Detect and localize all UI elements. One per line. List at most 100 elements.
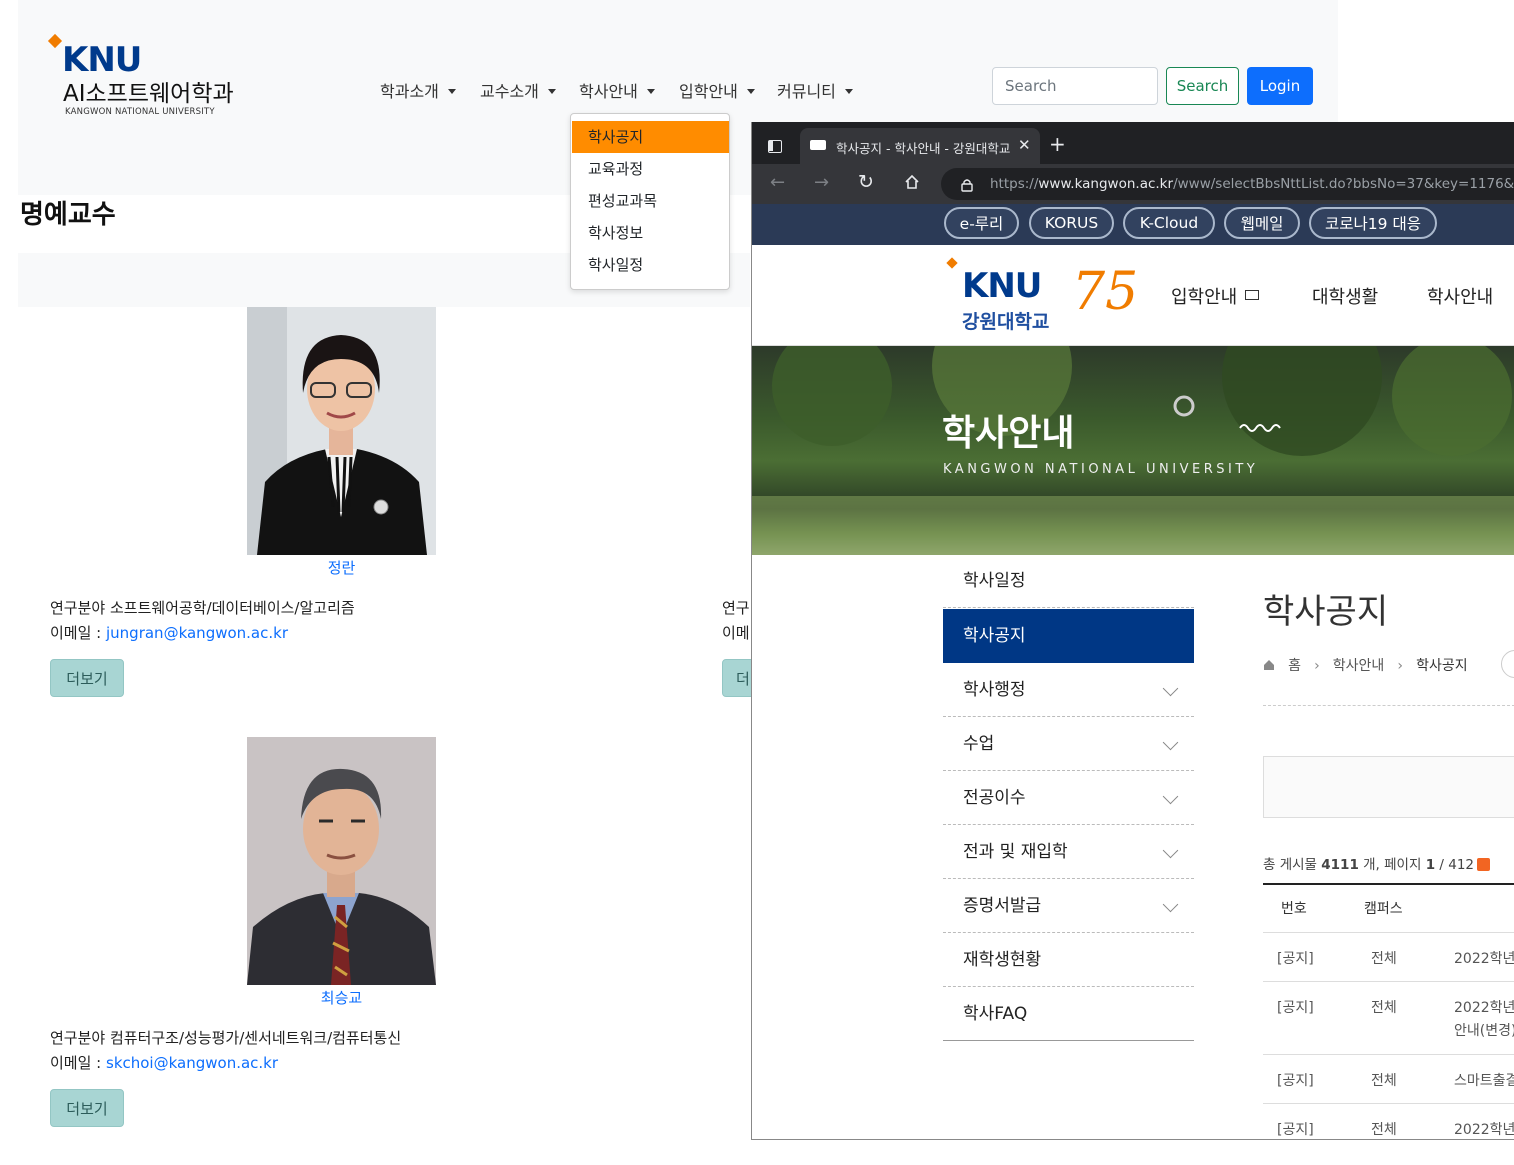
logo-subtitle: KANGWON NATIONAL UNIVERSITY (65, 107, 215, 117)
nav-item-academic[interactable]: 학사안내 (579, 78, 655, 102)
side-menu-notice[interactable]: 학사공지 (943, 609, 1194, 663)
login-button[interactable]: Login (1247, 67, 1313, 105)
dropdown-item-curriculum[interactable]: 교육과정 (572, 153, 729, 185)
site-logo[interactable]: KNU (962, 266, 1042, 306)
row-title-link[interactable]: 2022학년도 (1454, 948, 1514, 968)
dropdown-item-courses[interactable]: 편성교과목 (572, 185, 729, 217)
nav-item-about[interactable]: 학과소개 (380, 78, 456, 102)
hero-subtitle: KANGWON NATIONAL UNIVERSITY (943, 462, 1259, 477)
row-divider (1263, 1054, 1514, 1055)
professor-email-row: 이메일 : skchoi@kangwon.ac.kr (50, 1052, 278, 1073)
reload-icon[interactable]: ↻ (858, 171, 874, 193)
row-number: [공지] (1277, 1122, 1314, 1138)
tab-actions-icon[interactable] (768, 140, 782, 153)
chevron-down-icon (1162, 896, 1179, 913)
professor-email-row: 이메일 : jungran@kangwon.ac.kr (50, 622, 288, 643)
side-menu-certificates[interactable]: 증명서발급 (943, 879, 1194, 933)
table-top-border (1263, 883, 1514, 885)
top-link-covid[interactable]: 코로나19 대응 (1309, 207, 1437, 239)
post-count: 총 게시물 4111 개, 페이지 1 / 412 (1263, 853, 1491, 873)
forward-icon[interactable]: → (814, 172, 829, 193)
tab-close-icon[interactable]: ✕ (1018, 136, 1031, 154)
divider (1263, 705, 1514, 706)
home-icon[interactable] (1263, 656, 1275, 670)
row-title-link[interactable]: 2022학년도 (1454, 997, 1514, 1017)
back-icon[interactable]: ← (770, 172, 785, 193)
chevron-down-icon (1162, 680, 1179, 697)
email-label: 이메일 : (50, 624, 106, 642)
side-menu-administration[interactable]: 학사행정 (943, 663, 1194, 717)
row-title-link-line2[interactable]: 안내(변경) (1454, 1020, 1514, 1040)
chevron-down-icon (1162, 734, 1179, 751)
site-logo-name[interactable]: 강원대학교 (962, 307, 1049, 334)
dropdown-item-schedule[interactable]: 학사일정 (572, 249, 729, 281)
search-input[interactable] (992, 67, 1158, 105)
row-divider (1263, 932, 1514, 933)
nav-item-community[interactable]: 커뮤니티 (777, 78, 853, 102)
side-menu-enrollment[interactable]: 재학생현황 (943, 933, 1194, 987)
clipped-email-label: 이메 (722, 624, 750, 642)
professor-name-link[interactable]: 최승교 (247, 987, 436, 1008)
side-menu-transfer[interactable]: 전과 및 재입학 (943, 825, 1194, 879)
top-link-korus[interactable]: KORUS (1029, 207, 1114, 239)
dropdown-item-info[interactable]: 학사정보 (572, 217, 729, 249)
side-menu-classes[interactable]: 수업 (943, 717, 1194, 771)
home-icon[interactable] (904, 174, 919, 189)
site-nav-admission[interactable]: 입학안내 (1171, 283, 1237, 309)
top-link-webmail[interactable]: 웹메일 (1224, 207, 1300, 239)
lock-icon[interactable] (961, 177, 973, 196)
browser-toolbar: ← → ↻ https://www.kangwon.ac.kr/www/sele… (752, 164, 1514, 204)
side-menu-faq[interactable]: 학사FAQ (943, 987, 1194, 1041)
nav-item-admission[interactable]: 입학안내 (679, 78, 755, 102)
professor-research: 연구분야 컴퓨터구조/성능평가/센서네트워크/컴퓨터통신 (50, 1029, 402, 1047)
side-menu-major[interactable]: 전공이수 (943, 771, 1194, 825)
professor-research: 연구분야 소프트웨어공학/데이터베이스/알고리즘 (50, 599, 355, 617)
row-title-link[interactable]: 2022학년도 (1454, 1119, 1514, 1139)
email-label: 이메일 : (50, 1054, 106, 1072)
row-number: [공지] (1277, 951, 1314, 967)
external-link-icon (1245, 290, 1259, 300)
more-button[interactable]: 더보기 (50, 1089, 124, 1127)
nav-item-faculty[interactable]: 교수소개 (480, 78, 556, 102)
tab-title: 학사공지 - 학사안내 - 강원대학교 (836, 141, 1011, 156)
search-box-area[interactable] (1263, 756, 1514, 818)
site-nav-academic[interactable]: 학사안내 (1427, 283, 1493, 309)
row-campus: 전체 (1371, 1073, 1397, 1089)
site-nav-campus-life[interactable]: 대학생활 (1312, 283, 1378, 309)
chevron-down-icon (1162, 788, 1179, 805)
browser-window: 학사공지 - 학사안내 - 강원대학교 ✕ + ← → ↻ https://ww… (751, 122, 1514, 1140)
row-divider (1263, 981, 1514, 982)
top-link-kcloud[interactable]: K-Cloud (1123, 207, 1215, 239)
row-number: [공지] (1277, 1073, 1314, 1089)
top-link-eruri[interactable]: e-루리 (944, 207, 1019, 239)
url-text: https://www.kangwon.ac.kr/www/selectBbsN… (990, 176, 1514, 192)
professor-email-link[interactable]: skchoi@kangwon.ac.kr (106, 1054, 278, 1072)
professor-name-link[interactable]: 정란 (247, 557, 436, 578)
table-header-number: 번호 (1281, 901, 1307, 917)
search-button[interactable]: Search (1166, 67, 1239, 105)
professor-email-link[interactable]: jungran@kangwon.ac.kr (106, 624, 288, 642)
row-campus: 전체 (1371, 1000, 1397, 1016)
anniversary-mark: 75 (1072, 262, 1139, 322)
professor-photo (247, 737, 436, 985)
more-button[interactable]: 더보기 (50, 659, 124, 697)
side-menu-schedule[interactable]: 학사일정 (943, 554, 1194, 608)
row-title-link[interactable]: 스마트출결 (1454, 1070, 1514, 1090)
row-campus: 전체 (1371, 951, 1397, 967)
table-header-campus: 캠퍼스 (1364, 901, 1403, 917)
address-bar[interactable]: https://www.kangwon.ac.kr/www/selectBbsN… (941, 168, 1514, 200)
dropdown-item-notice[interactable]: 학사공지 (572, 121, 729, 153)
hero-banner: 학사안내 KANGWON NATIONAL UNIVERSITY (752, 346, 1514, 555)
share-icon[interactable] (1501, 650, 1514, 678)
clipped-research-label: 연구 (722, 599, 750, 617)
chevron-down-icon (1162, 842, 1179, 859)
professor-photo (247, 307, 436, 555)
hero-title: 학사안내 (942, 413, 1075, 454)
row-divider (1263, 1103, 1514, 1104)
rss-icon[interactable] (1477, 858, 1491, 871)
new-tab-icon[interactable]: + (1049, 132, 1066, 156)
browser-tab[interactable]: 학사공지 - 학사안내 - 강원대학교 ✕ (800, 128, 1040, 164)
row-campus: 전체 (1371, 1122, 1397, 1138)
content-title: 학사공지 (1263, 592, 1389, 632)
logo-title[interactable]: AI소프트웨어학과 (63, 74, 234, 108)
